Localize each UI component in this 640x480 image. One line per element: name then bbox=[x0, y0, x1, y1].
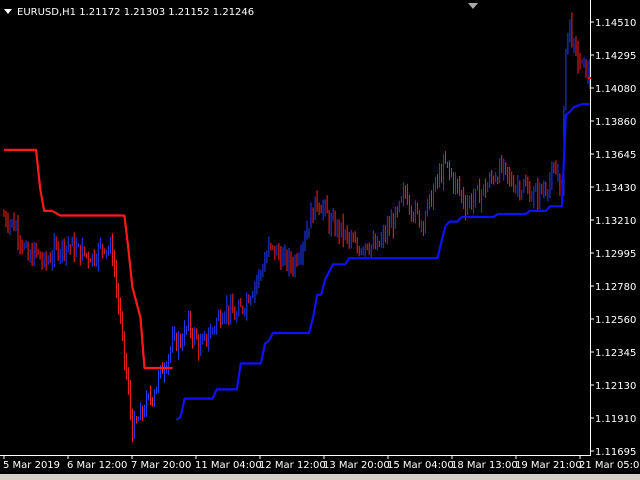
price-tick-label: 1.14295 bbox=[595, 51, 636, 62]
time-tick-label: 21 Mar 05:00 bbox=[579, 460, 640, 471]
price-tick-label: 1.13430 bbox=[595, 183, 636, 194]
price-tick-label: 1.14510 bbox=[595, 18, 636, 29]
time-tick-label: 5 Mar 2019 bbox=[3, 460, 60, 471]
price-tick-label: 1.12995 bbox=[595, 249, 636, 260]
price-tick-label: 1.13860 bbox=[595, 117, 636, 128]
price-tick-label: 1.12130 bbox=[595, 381, 636, 392]
symbol-header: EURUSD,H1 1.21172 1.21303 1.21152 1.2124… bbox=[17, 7, 254, 18]
chart-background bbox=[0, 0, 640, 480]
price-tick-label: 1.11695 bbox=[595, 447, 636, 458]
time-tick-label: 19 Mar 21:00 bbox=[515, 460, 582, 471]
time-tick-label: 6 Mar 12:00 bbox=[67, 460, 127, 471]
price-tick-label: 1.13645 bbox=[595, 150, 636, 161]
price-tick-label: 1.13210 bbox=[595, 216, 636, 227]
time-tick-label: 18 Mar 13:00 bbox=[451, 460, 518, 471]
time-tick-label: 15 Mar 04:00 bbox=[387, 460, 454, 471]
price-tick-label: 1.14080 bbox=[595, 84, 636, 95]
price-tick-label: 1.12560 bbox=[595, 315, 636, 326]
time-tick-label: 12 Mar 12:00 bbox=[259, 460, 326, 471]
time-tick-label: 7 Mar 20:00 bbox=[131, 460, 191, 471]
price-tick-label: 1.11910 bbox=[595, 414, 636, 425]
time-tick-label: 13 Mar 20:00 bbox=[323, 460, 390, 471]
chart-window[interactable]: 1.14510 1.14295 1.14080 1.13860 1.13645 1.134… bbox=[0, 0, 640, 480]
price-tick-label: 1.12345 bbox=[595, 348, 636, 359]
time-tick-label: 11 Mar 04:00 bbox=[195, 460, 262, 471]
price-chart[interactable]: 1.14510 1.14295 1.14080 1.13860 1.13645 1.134… bbox=[0, 0, 640, 480]
price-tick-label: 1.12780 bbox=[595, 282, 636, 293]
chart-status-strip bbox=[0, 474, 640, 480]
